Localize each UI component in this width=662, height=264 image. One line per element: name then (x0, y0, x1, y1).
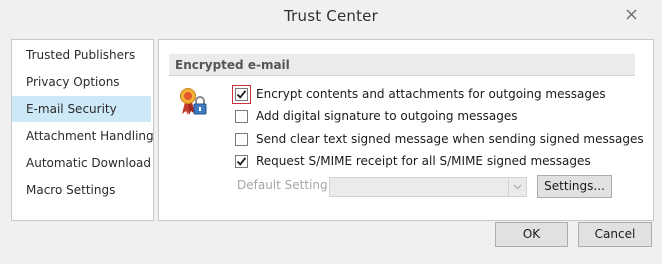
clear-text-signed-label: Send clear text signed message when send… (256, 132, 644, 146)
certificate-lock-icon (180, 88, 207, 115)
focus-ring (232, 84, 251, 104)
close-button[interactable] (618, 6, 644, 23)
smime-receipt-checkbox[interactable] (235, 154, 248, 168)
cancel-button[interactable]: Cancel (578, 222, 652, 247)
default-setting-dropdown[interactable] (329, 177, 527, 197)
checkmark-icon (236, 156, 247, 166)
title-bar: Trust Center (0, 0, 662, 33)
chevron-down-icon (513, 184, 522, 190)
sidebar-item-attachment-handling[interactable]: Attachment Handling (12, 123, 154, 149)
checkmark-icon (236, 89, 247, 99)
main-panel: Encrypted e-mail Encrypt contents and at… (158, 39, 654, 221)
close-icon (626, 9, 636, 20)
option-add-signature: Add digital signature to outgoing messag… (235, 106, 518, 126)
settings-button[interactable]: Settings... (537, 175, 612, 198)
smime-receipt-label: Request S/MIME receipt for all S/MIME si… (256, 154, 591, 168)
option-smime-receipt: Request S/MIME receipt for all S/MIME si… (235, 151, 591, 171)
add-signature-checkbox[interactable] (235, 109, 248, 123)
ok-button[interactable]: OK (495, 222, 568, 247)
section-title: Encrypted e-mail (169, 54, 635, 76)
add-signature-label: Add digital signature to outgoing messag… (256, 109, 518, 123)
encrypt-contents-label: Encrypt contents and attachments for out… (256, 87, 606, 101)
sidebar-item-email-security[interactable]: E-mail Security (12, 96, 151, 122)
encrypt-contents-checkbox[interactable] (235, 87, 248, 101)
sidebar-item-trusted-publishers[interactable]: Trusted Publishers (12, 42, 151, 68)
sidebar-item-automatic-download[interactable]: Automatic Download (12, 150, 151, 176)
sidebar-item-privacy-options[interactable]: Privacy Options (12, 69, 151, 95)
dropdown-arrow[interactable] (508, 178, 526, 196)
window-title: Trust Center (284, 7, 378, 25)
option-clear-text-signed: Send clear text signed message when send… (235, 129, 644, 149)
clear-text-signed-checkbox[interactable] (235, 132, 248, 146)
option-encrypt-contents: Encrypt contents and attachments for out… (232, 84, 606, 104)
default-setting-label: Default Setting: (237, 178, 332, 192)
sidebar-item-macro-settings[interactable]: Macro Settings (12, 177, 151, 203)
sidebar: Trusted Publishers Privacy Options E-mai… (11, 39, 154, 221)
